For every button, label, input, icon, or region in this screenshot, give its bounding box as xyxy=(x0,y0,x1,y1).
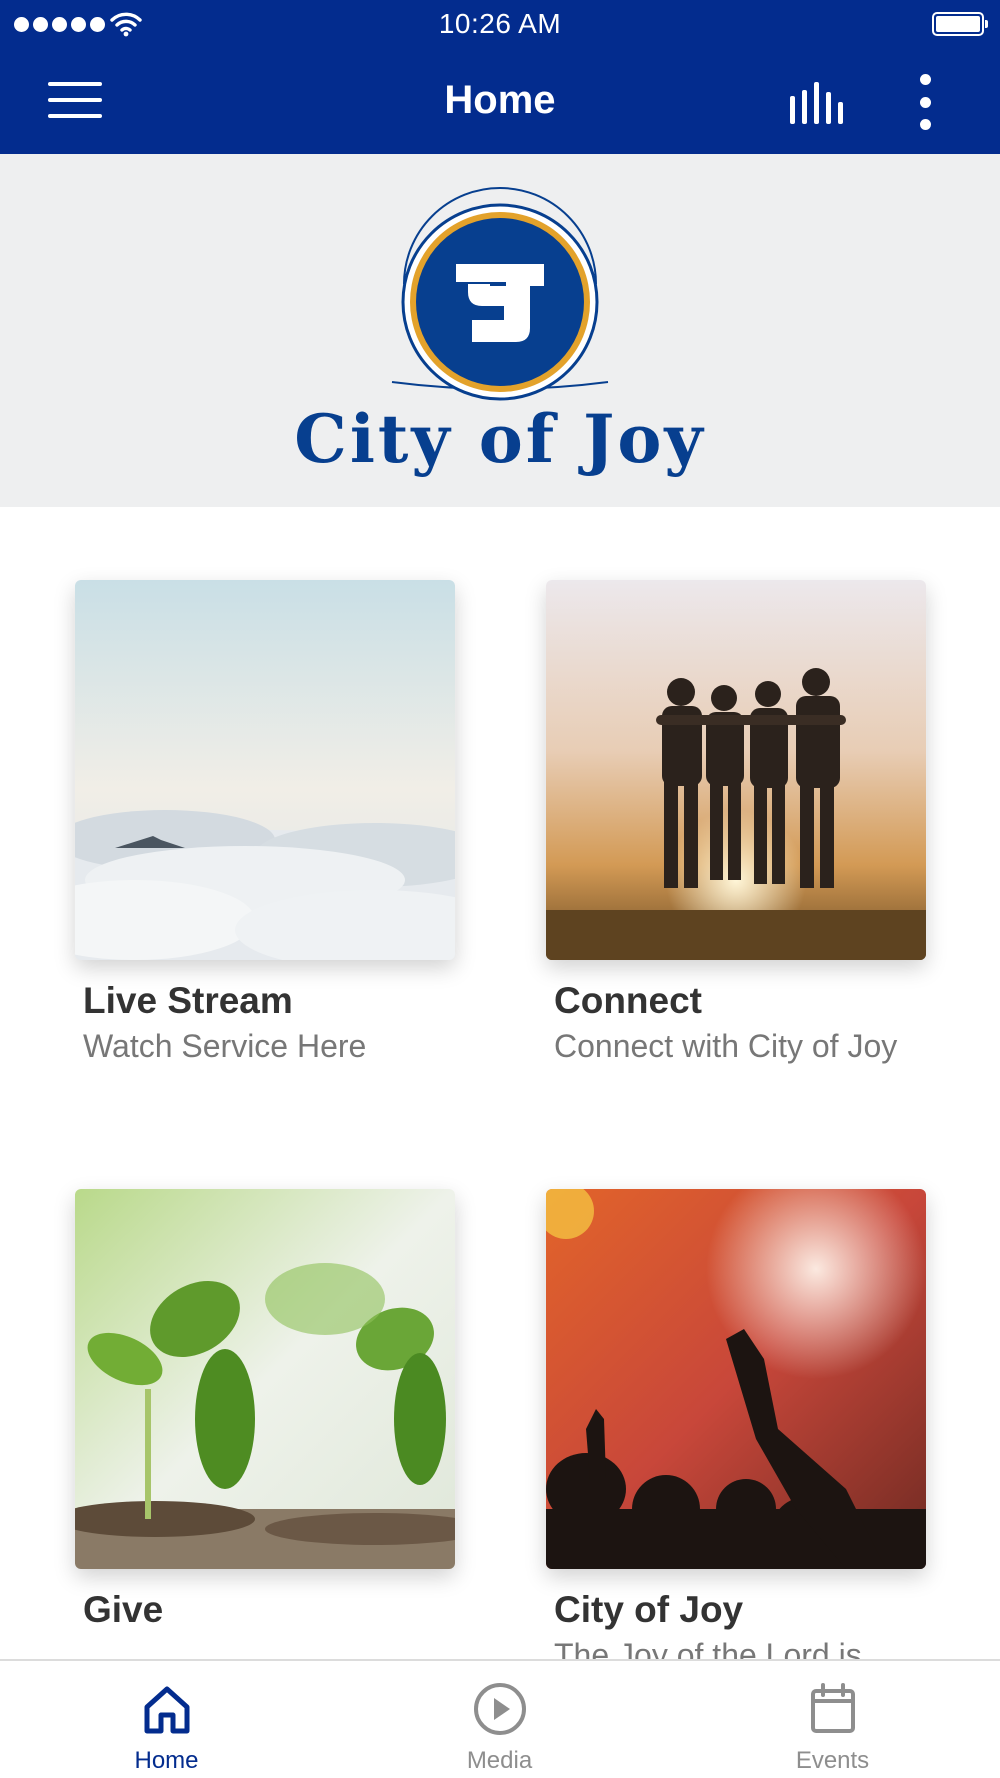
top-navigation-bar: Home xyxy=(0,50,1000,154)
tab-home[interactable]: Home xyxy=(0,1661,333,1778)
worship-crowd-image xyxy=(546,1189,926,1569)
status-time: 10:26 AM xyxy=(438,8,562,39)
bottom-tab-bar: Home Media Events xyxy=(0,1659,1000,1778)
card-title: City of Joy xyxy=(554,1589,744,1630)
battery-icon xyxy=(932,12,988,36)
calendar-icon xyxy=(810,1683,855,1733)
card-connect[interactable]: Connect Connect with City of Joy xyxy=(546,580,926,1065)
card-live-stream[interactable]: Live Stream Watch Service Here xyxy=(75,580,455,1065)
tab-label: Home xyxy=(134,1747,199,1774)
card-title: Give xyxy=(83,1589,164,1630)
clouds-image xyxy=(75,580,455,960)
card-subtitle: Watch Service Here xyxy=(83,1028,367,1064)
city-of-joy-emblem xyxy=(391,187,609,401)
tab-label: Events xyxy=(795,1747,870,1774)
friends-sunset-image xyxy=(546,580,926,960)
tab-label: Media xyxy=(466,1747,533,1774)
church-logo-banner: City of Joy xyxy=(0,154,1000,507)
tab-events[interactable]: Events xyxy=(666,1661,999,1778)
seedling-image xyxy=(75,1189,455,1569)
more-options-icon[interactable] xyxy=(910,74,940,130)
card-subtitle: Connect with City of Joy xyxy=(554,1028,898,1064)
card-title: Connect xyxy=(554,980,702,1021)
logo-wordmark: City of Joy xyxy=(294,400,706,478)
tab-media[interactable]: Media xyxy=(333,1661,666,1778)
page-title: Home xyxy=(444,78,556,122)
audio-bars-icon[interactable] xyxy=(788,82,848,124)
card-city-of-joy[interactable]: City of Joy The Joy of the Lord is my st… xyxy=(546,1189,926,1674)
card-give[interactable]: Give xyxy=(75,1189,455,1637)
play-circle-icon xyxy=(473,1683,526,1735)
status-bar: 10:26 AM xyxy=(0,0,1000,50)
card-title: Live Stream xyxy=(83,980,293,1021)
home-icon xyxy=(144,1686,189,1734)
